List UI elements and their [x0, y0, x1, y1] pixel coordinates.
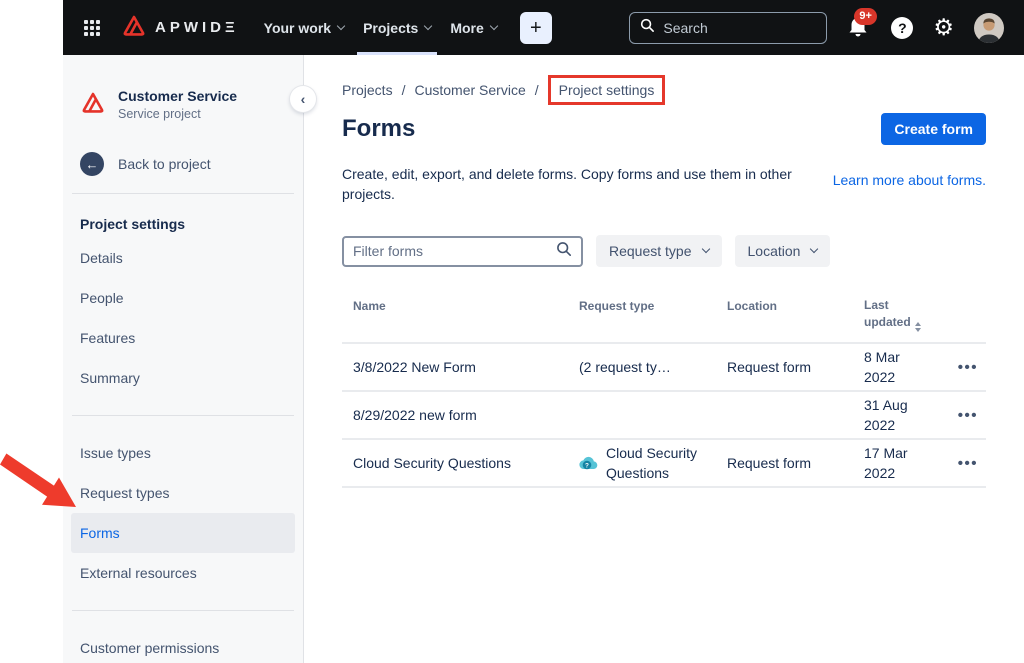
row-actions-menu-button[interactable]: ••• [958, 455, 978, 472]
notification-count-badge: 9+ [854, 8, 877, 25]
sidebar-divider [72, 415, 294, 416]
breadcrumb-projects[interactable]: Projects [342, 82, 393, 98]
form-name-link[interactable]: Cloud Security Questions [353, 455, 511, 471]
column-header-location: Location [727, 299, 777, 313]
chevron-down-icon [490, 21, 498, 29]
create-plus-button[interactable]: + [520, 12, 552, 44]
sidebar-divider [72, 610, 294, 611]
sidebar-collapse-button[interactable]: ‹ [290, 86, 316, 112]
sidebar-divider [72, 193, 294, 194]
filter-forms-input[interactable] [353, 243, 556, 259]
learn-more-link[interactable]: Learn more about forms. [833, 172, 986, 204]
sidebar-item-request-types[interactable]: Request types [71, 473, 295, 513]
search-icon [640, 18, 655, 38]
sidebar-item-people[interactable]: People [71, 278, 295, 318]
column-header-request-type: Request type [579, 299, 654, 313]
chevron-down-icon [810, 245, 818, 253]
form-last-updated: 31 Aug 2022 [864, 395, 920, 435]
form-name-link[interactable]: 8/29/2022 new form [353, 407, 477, 423]
apwide-logo[interactable]: APWIDΞ [121, 13, 239, 42]
breadcrumb-customer-service[interactable]: Customer Service [414, 82, 525, 98]
global-search-input[interactable] [663, 20, 844, 36]
project-logo-icon [80, 90, 106, 119]
location-filter-dropdown[interactable]: Location [735, 235, 831, 267]
global-search-box[interactable] [629, 12, 827, 44]
form-name-link[interactable]: 3/8/2022 New Form [353, 359, 476, 375]
request-type-filter-label: Request type [609, 243, 692, 259]
page-description: Create, edit, export, and delete forms. … [342, 164, 824, 204]
breadcrumb: Projects / Customer Service / Project se… [342, 75, 986, 105]
sidebar-item-details[interactable]: Details [71, 238, 295, 278]
project-settings-sidebar: ‹ Customer Service Service project ← Bac… [63, 55, 304, 663]
sidebar-item-features[interactable]: Features [71, 318, 295, 358]
nav-projects-label: Projects [363, 20, 418, 36]
page-title: Forms [342, 115, 415, 143]
location-filter-label: Location [748, 243, 801, 259]
apwide-logo-text: APWIDΞ [155, 19, 239, 36]
annotation-arrow [0, 451, 85, 521]
sort-icon[interactable] [915, 322, 921, 332]
chevron-down-icon [337, 21, 345, 29]
nav-projects[interactable]: Projects [363, 0, 431, 55]
sidebar-item-summary[interactable]: Summary [71, 358, 295, 398]
row-actions-menu-button[interactable]: ••• [958, 359, 978, 376]
form-last-updated: 8 Mar 2022 [864, 347, 920, 387]
project-name: Customer Service [118, 88, 237, 104]
back-to-project-link[interactable]: ← Back to project [80, 152, 295, 176]
form-request-type: (2 request ty… [579, 359, 671, 375]
help-button[interactable]: ? [891, 17, 913, 39]
apwide-logo-mark-icon [121, 13, 147, 42]
sidebar-item-issue-types[interactable]: Issue types [71, 433, 295, 473]
filter-forms-box[interactable] [342, 236, 583, 267]
nav-more[interactable]: More [450, 0, 496, 55]
sidebar-item-customer-permissions[interactable]: Customer permissions [71, 628, 295, 663]
nav-your-work-label: Your work [264, 20, 331, 36]
back-to-project-label: Back to project [118, 156, 211, 172]
row-actions-menu-button[interactable]: ••• [958, 407, 978, 424]
table-row: 8/29/2022 new form 31 Aug 2022 ••• [342, 390, 986, 438]
project-header: Customer Service Service project [80, 88, 295, 121]
form-request-type: Cloud Security Questions [606, 443, 706, 483]
column-header-name: Name [353, 299, 386, 313]
request-type-filter-dropdown[interactable]: Request type [596, 235, 722, 267]
nav-more-label: More [450, 20, 483, 36]
breadcrumb-project-settings-highlighted[interactable]: Project settings [548, 75, 666, 105]
user-avatar[interactable] [974, 13, 1004, 43]
search-icon [556, 241, 572, 262]
sidebar-item-external-resources[interactable]: External resources [71, 553, 295, 593]
notifications-button[interactable]: 9+ [847, 15, 871, 41]
settings-gear-icon[interactable]: ⚙ [933, 16, 954, 39]
form-last-updated: 17 Mar 2022 [864, 443, 920, 483]
back-arrow-icon: ← [80, 152, 104, 176]
chevron-down-icon [424, 21, 432, 29]
table-header-row: Name Request type Location Last updated [342, 291, 986, 342]
form-location: Request form [727, 455, 811, 471]
app-switcher-icon[interactable] [84, 20, 100, 36]
breadcrumb-separator: / [535, 82, 539, 98]
chevron-down-icon [701, 245, 709, 253]
breadcrumb-separator: / [402, 82, 406, 98]
sidebar-item-forms[interactable]: Forms [71, 513, 295, 553]
forms-table: Name Request type Location Last updated … [342, 291, 986, 488]
table-row: 3/8/2022 New Form (2 request ty… Request… [342, 342, 986, 390]
nav-your-work[interactable]: Your work [264, 0, 344, 55]
sidebar-section-title: Project settings [71, 211, 295, 238]
main-content: Projects / Customer Service / Project se… [304, 55, 1024, 663]
top-navigation-bar: APWIDΞ Your work Projects More + [63, 0, 1024, 55]
form-location: Request form [727, 359, 811, 375]
create-form-button[interactable]: Create form [881, 113, 986, 145]
cloud-question-icon: ? [579, 454, 598, 473]
project-type: Service project [118, 107, 237, 121]
svg-text:?: ? [585, 462, 589, 469]
column-header-last-updated[interactable]: Last updated [864, 297, 926, 332]
table-row: Cloud Security Questions ? Cloud Securit… [342, 438, 986, 486]
